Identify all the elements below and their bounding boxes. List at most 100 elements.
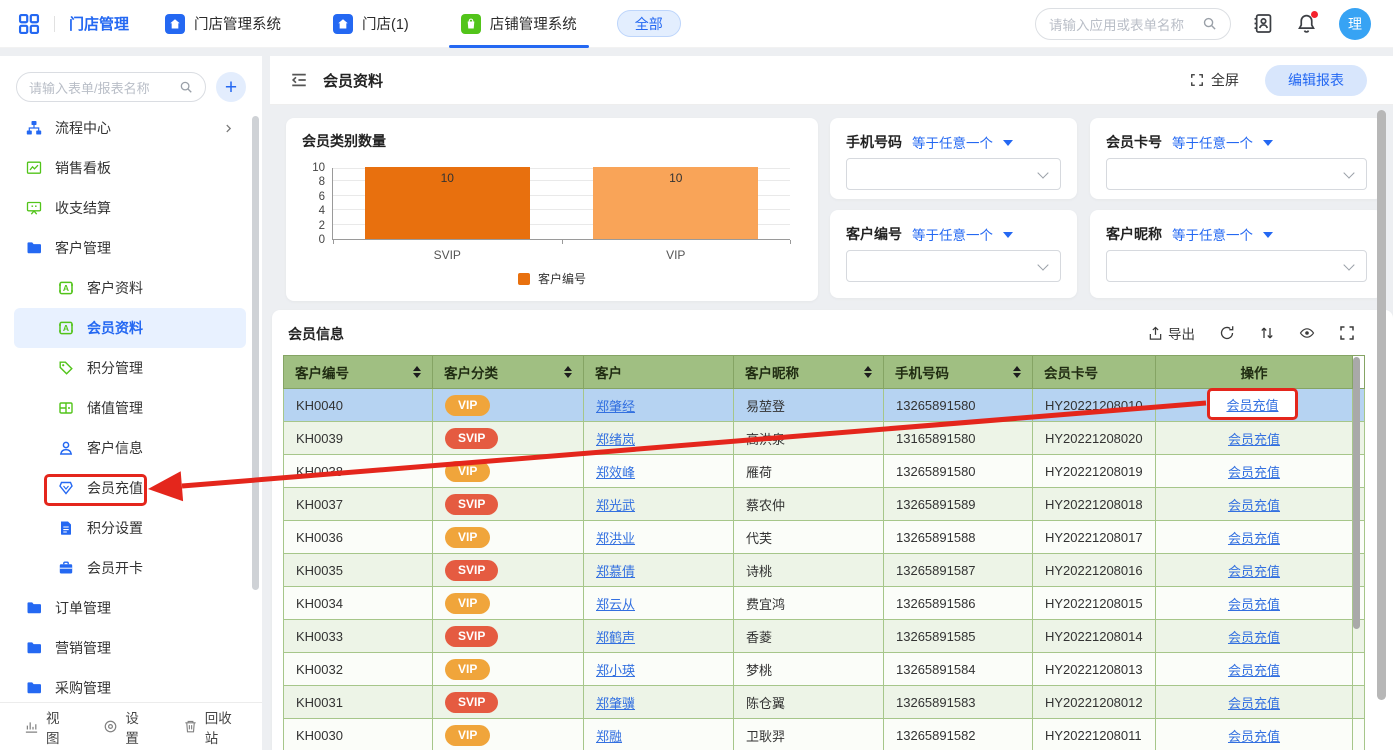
column-header[interactable]: 客户昵称 [734,356,884,389]
collapse-sidebar-icon[interactable] [290,71,308,89]
sidebar-item[interactable]: 销售看板 [14,148,246,188]
sidebar-item[interactable]: 积分管理 [14,348,246,388]
export-button[interactable]: 导出 [1148,323,1195,343]
recharge-link[interactable]: 会员充值 [1228,696,1280,711]
recharge-link[interactable]: 会员充值 [1228,663,1280,678]
recharge-link[interactable]: 会员充值 [1228,498,1280,513]
table-row[interactable]: KH0034VIP郑云从费宜鸿13265891586HY20221208015会… [284,587,1365,620]
customer-link[interactable]: 郑效峰 [596,465,635,480]
sort-icon[interactable] [564,366,572,378]
sidebar-item[interactable]: 营销管理 [14,628,246,668]
sidebar-item[interactable]: 会员开卡 [14,548,246,588]
recharge-link[interactable]: 会员充值 [1228,465,1280,480]
table-row[interactable]: KH0035SVIP郑慕倩诗桃13265891587HY20221208016会… [284,554,1365,587]
customer-link[interactable]: 郑肇骥 [596,696,635,711]
sidebar-item[interactable]: A会员资料 [14,308,246,348]
refresh-icon[interactable] [1219,325,1235,341]
sidebar-item[interactable]: A客户资料 [14,268,246,308]
customer-nick-value: 香菱 [746,630,772,645]
table-row[interactable]: KH0032VIP郑小瑛梦桃13265891584HY20221208013会员… [284,653,1365,686]
sidebar-item[interactable]: 客户管理 [14,228,246,268]
add-button[interactable]: + [216,72,246,102]
avatar[interactable]: 理 [1339,8,1371,40]
filter-operator[interactable]: 等于任意一个 [1172,224,1253,244]
customer-link[interactable]: 郑绪岚 [596,432,635,447]
table-row[interactable]: KH0039SVIP郑绪岚高洪泉13165891580HY20221208020… [284,422,1365,455]
table-row[interactable]: KH0033SVIP郑鹤声香菱13265891585HY20221208014会… [284,620,1365,653]
column-header[interactable]: 手机号码 [884,356,1033,389]
member-card-value: HY20221208011 [1045,728,1142,743]
column-header[interactable]: 客户编号 [284,356,433,389]
nav-tab[interactable]: 门店(1) [307,0,435,48]
filter-operator[interactable]: 等于任意一个 [1172,132,1253,152]
customer-link[interactable]: 郑洪业 [596,531,635,546]
recharge-link[interactable]: 会员充值 [1228,729,1280,744]
sidebar-scrollbar[interactable] [252,116,259,590]
page-scrollbar[interactable] [1377,110,1386,700]
edit-report-button[interactable]: 编辑报表 [1265,65,1367,96]
fullscreen-button[interactable]: 全屏 [1190,70,1239,90]
table-row[interactable]: KH0038VIP郑效峰雁荷13265891580HY20221208019会员… [284,455,1365,488]
sidebar-item[interactable]: 积分设置 [14,508,246,548]
sidebar-footer-view[interactable]: 视图 [24,707,67,747]
sort-icon[interactable] [1259,325,1275,341]
customer-nick-value: 代芙 [746,531,772,546]
customer-id: KH0031 [284,686,433,719]
filter-select[interactable] [1106,250,1367,282]
y-axis-tick: 6 [319,191,325,203]
filter-select[interactable] [1106,158,1367,190]
sidebar-item[interactable]: 收支结算 [14,188,246,228]
recharge-link[interactable]: 会员充值 [1228,630,1280,645]
sort-icon[interactable] [413,366,421,378]
global-search-input[interactable]: 请输入应用或表单名称 [1035,8,1231,40]
customer-link[interactable]: 郑鹤声 [596,630,635,645]
apps-grid-icon[interactable] [18,13,40,35]
recharge-link[interactable]: 会员充值 [1228,531,1280,546]
table-fullscreen-icon[interactable] [1339,325,1355,341]
all-apps-button[interactable]: 全部 [617,10,681,37]
customer-link[interactable]: 郑融 [596,729,622,744]
table-row[interactable]: KH0040VIP郑肇经易堃登13265891580HY20221208010会… [284,389,1365,422]
customer-link[interactable]: 郑慕倩 [596,564,635,579]
customer-link[interactable]: 郑小瑛 [596,663,635,678]
customer-link[interactable]: 郑肇经 [596,399,635,414]
filter-select[interactable] [846,250,1061,282]
sort-icon[interactable] [864,366,872,378]
filter-operator[interactable]: 等于任意一个 [912,132,993,152]
customer: 郑云从 [584,587,734,620]
recharge-link[interactable]: 会员充值 [1228,597,1280,612]
filter-select[interactable] [846,158,1061,190]
workflow-icon [26,120,42,136]
column-header[interactable]: 客户分类 [433,356,584,389]
workspace-name[interactable]: 门店管理 [69,13,129,34]
customer-type: VIP [433,455,584,488]
recharge-link[interactable]: 会员充值 [1228,564,1280,579]
sidebar-item[interactable]: 订单管理 [14,588,246,628]
customer-link[interactable]: 郑云从 [596,597,635,612]
sidebar-item[interactable]: 客户信息 [14,428,246,468]
table-row[interactable]: KH0037SVIP郑光武蔡农仲13265891589HY20221208018… [284,488,1365,521]
recharge-link[interactable]: 会员充值 [1226,395,1278,414]
table-row[interactable]: KH0031SVIP郑肇骥陈仓翼13265891583HY20221208012… [284,686,1365,719]
table-row[interactable]: KH0030VIP郑融卫耿羿13265891582HY20221208011会员… [284,719,1365,750]
table-scrollbar[interactable] [1353,357,1360,629]
type-badge: SVIP [445,428,498,449]
customer-link[interactable]: 郑光武 [596,498,635,513]
filter-card: 客户昵称等于任意一个 [1090,210,1383,298]
visibility-icon[interactable] [1299,325,1315,341]
sidebar-footer-gear[interactable]: 设置 [103,707,146,747]
notification-bell-icon[interactable] [1296,13,1317,34]
sidebar-item[interactable]: 流程中心 [14,108,246,148]
form-search-input[interactable]: 请输入表单/报表名称 [16,72,206,102]
sidebar-footer-trash[interactable]: 回收站 [183,707,238,747]
table-row[interactable]: KH0036VIP郑洪业代芙13265891588HY20221208017会员… [284,521,1365,554]
contacts-icon[interactable] [1253,13,1274,34]
footer-label: 回收站 [205,707,238,747]
filter-operator[interactable]: 等于任意一个 [912,224,993,244]
nav-tab[interactable]: 门店管理系统 [139,0,307,48]
nav-tab[interactable]: 店铺管理系统 [435,0,603,48]
sidebar-item[interactable]: 储值管理 [14,388,246,428]
recharge-link[interactable]: 会员充值 [1228,432,1280,447]
sidebar-item-label: 流程中心 [55,118,111,138]
sort-icon[interactable] [1013,366,1021,378]
